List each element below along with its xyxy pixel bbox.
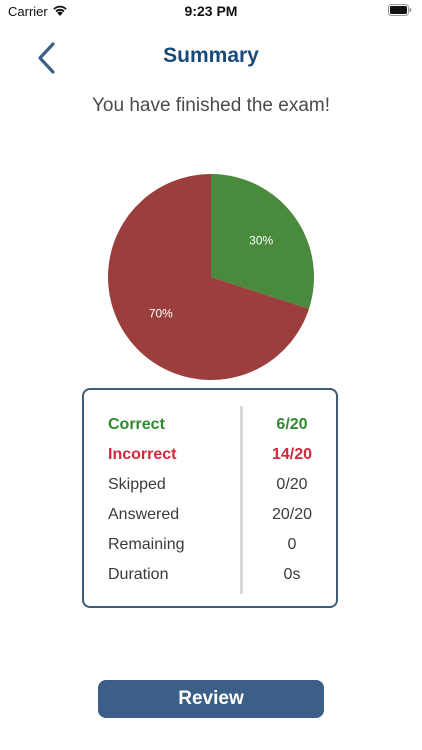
finished-message: You have finished the exam! [91, 95, 331, 116]
stats-row-answered: Answered 20/20 [84, 500, 336, 530]
answered-label: Answered [108, 506, 180, 523]
page-title: Summary [163, 44, 259, 67]
navigation-bar: Summary [0, 30, 422, 86]
status-bar: Carrier 9:23 PM [0, 0, 422, 24]
stats-row-incorrect: Incorrect 14/20 [84, 440, 336, 470]
status-time: 9:23 PM [184, 3, 238, 19]
incorrect-value: 14/20 [271, 446, 313, 463]
incorrect-label: Incorrect [108, 446, 177, 463]
remaining-value: 0 [287, 536, 297, 553]
review-button[interactable]: Review [98, 680, 324, 718]
stats-row-correct: Correct 6/20 [84, 410, 336, 440]
result-pie-chart: 30% 70% [108, 174, 314, 380]
correct-label: Correct [108, 416, 165, 433]
stats-row-remaining: Remaining 0 [84, 530, 336, 560]
duration-value: 0s [283, 566, 301, 583]
stats-row-duration: Duration 0s [84, 560, 336, 590]
stats-row-skipped: Skipped 0/20 [84, 470, 336, 500]
answered-value: 20/20 [271, 506, 313, 523]
duration-label: Duration [108, 566, 169, 583]
stats-card: Correct 6/20 Incorrect 14/20 Skipped 0/2… [82, 388, 338, 608]
battery-icon [388, 4, 412, 16]
skipped-label: Skipped [108, 476, 166, 493]
pie-slice-label-0: 30% [249, 234, 273, 248]
skipped-value: 0/20 [276, 476, 308, 493]
correct-value: 6/20 [276, 416, 308, 433]
remaining-label: Remaining [108, 536, 185, 553]
pie-slice-label-1: 70% [149, 306, 173, 320]
